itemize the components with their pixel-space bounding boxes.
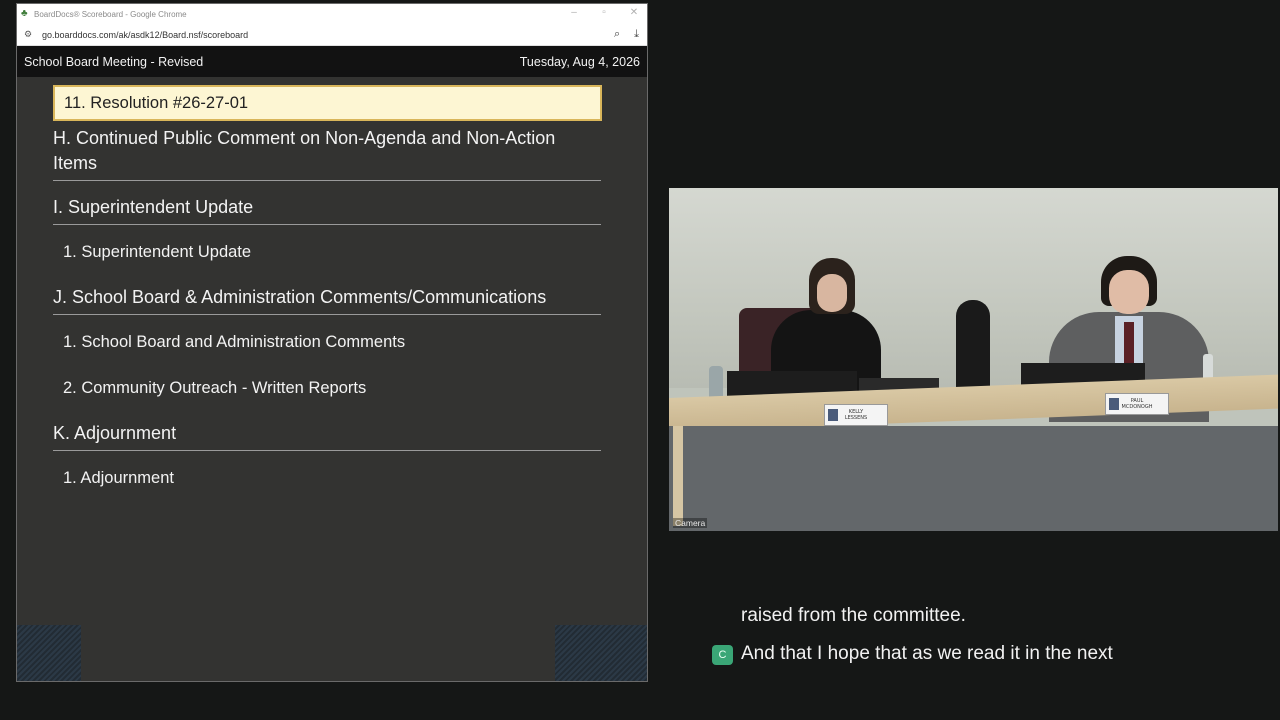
address-bar[interactable]: ⚙ go.boarddocs.com/ak/asdk12/Board.nsf/s…: [17, 24, 647, 46]
district-logo-icon: [828, 409, 838, 421]
caption-speaker-badge: C: [712, 645, 733, 665]
decorative-pattern: [17, 625, 81, 681]
section-h[interactable]: H. Continued Public Comment on Non-Agend…: [53, 126, 601, 181]
camera-feed: KELLY LESSENS PAUL MCDONOGH Camera: [669, 188, 1278, 531]
meeting-title: School Board Meeting - Revised: [24, 54, 204, 69]
meeting-date: Tuesday, Aug 4, 2026: [519, 54, 640, 69]
camera-label: Camera: [673, 518, 708, 528]
window-controls: – ▫ ✕: [569, 7, 639, 19]
window-title: BoardDocs® Scoreboard - Google Chrome: [34, 9, 187, 19]
section-j[interactable]: J. School Board & Administration Comment…: [53, 285, 601, 315]
nameplate-left: KELLY LESSENS: [824, 404, 888, 426]
tree-icon: ♣: [21, 8, 28, 19]
speaker-device: [956, 300, 990, 396]
site-info-icon[interactable]: ⚙: [24, 29, 34, 40]
maximize-icon[interactable]: ▫: [599, 7, 609, 19]
agenda-item[interactable]: 1. Adjournment: [63, 467, 174, 489]
agenda-item[interactable]: 1. School Board and Administration Comme…: [63, 331, 405, 353]
agenda-scoreboard: 11. Resolution #26-27-01 H. Continued Pu…: [17, 77, 647, 681]
minimize-icon[interactable]: –: [569, 7, 579, 19]
desk-leg: [673, 426, 683, 526]
caption-line-1: raised from the committee.: [741, 605, 966, 626]
browser-window: ♣ BoardDocs® Scoreboard - Google Chrome …: [16, 3, 648, 682]
zoom-icon[interactable]: ⌕: [614, 28, 620, 41]
district-logo-icon: [1109, 398, 1119, 410]
current-agenda-item[interactable]: 11. Resolution #26-27-01: [53, 85, 602, 121]
section-i[interactable]: I. Superintendent Update: [53, 195, 601, 225]
agenda-item[interactable]: 2. Community Outreach - Written Reports: [63, 377, 366, 399]
download-icon[interactable]: ⤓: [634, 28, 639, 41]
title-bar[interactable]: ♣ BoardDocs® Scoreboard - Google Chrome …: [17, 4, 647, 24]
decorative-pattern: [555, 625, 647, 681]
caption-line-2: And that I hope that as we read it in th…: [741, 643, 1113, 664]
agenda-item[interactable]: 1. Superintendent Update: [63, 241, 251, 263]
url-text[interactable]: go.boarddocs.com/ak/asdk12/Board.nsf/sco…: [42, 30, 248, 40]
section-k[interactable]: K. Adjournment: [53, 421, 601, 451]
nameplate-right: PAUL MCDONOGH: [1105, 393, 1169, 415]
address-tools: ⌕ ⤓: [614, 28, 639, 41]
close-icon[interactable]: ✕: [629, 7, 639, 19]
desk-front: [669, 426, 1278, 531]
meeting-header: School Board Meeting - Revised Tuesday, …: [17, 46, 647, 77]
